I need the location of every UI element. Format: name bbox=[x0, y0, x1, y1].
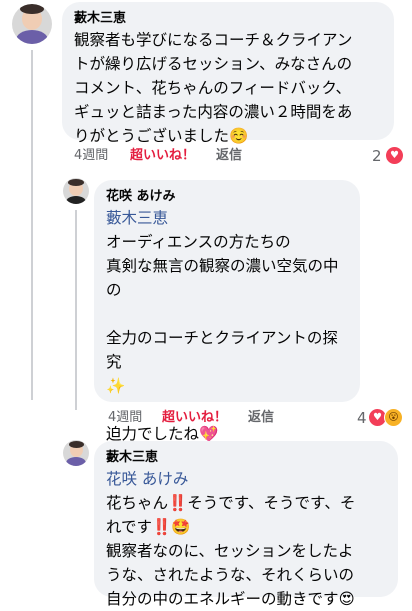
avatar[interactable] bbox=[63, 440, 89, 466]
comment-text: 花ちゃん‼️そうです、そうです、そ れです‼️🤩 観察者なのに、セッションをした… bbox=[106, 494, 356, 608]
comment-bubble: 藪木三恵 観察者も学びになるコーチ＆クライアン トが繰り広げるセッション、みなさ… bbox=[62, 2, 394, 145]
mention-link[interactable]: 花咲 あけみ bbox=[106, 467, 386, 491]
comment-author[interactable]: 花咲 あけみ bbox=[106, 188, 348, 206]
comment-author[interactable]: 藪木三恵 bbox=[106, 449, 386, 467]
reaction-count[interactable]: 4 bbox=[357, 408, 367, 428]
comment-bubble: 藪木三恵 花咲 あけみ 花ちゃん‼️そうです、そうです、そ れです‼️🤩 観察者… bbox=[94, 441, 398, 608]
wow-icon: 😮 bbox=[384, 408, 403, 427]
comment-actions: 4週間 超いいね！ 返信 bbox=[74, 146, 404, 166]
reaction-button[interactable]: 超いいね！ bbox=[130, 146, 195, 166]
comment-author[interactable]: 藪木三恵 bbox=[74, 10, 382, 28]
thread-line bbox=[31, 50, 33, 400]
reaction-count[interactable]: 2 bbox=[372, 146, 382, 166]
reply-button[interactable]: 返信 bbox=[216, 146, 242, 166]
avatar[interactable] bbox=[63, 178, 89, 204]
comment-text: 観察者も学びになるコーチ＆クライアン トが繰り広げるセッション、みなさんの コメ… bbox=[74, 31, 353, 145]
reaction-button[interactable]: 超いいね！ bbox=[162, 408, 227, 428]
reply-button[interactable]: 返信 bbox=[248, 408, 274, 428]
comment-actions: 4週間 超いいね！ 返信 bbox=[108, 408, 388, 428]
heart-icon: ♥ bbox=[385, 146, 404, 165]
comment-time[interactable]: 4週間 bbox=[74, 146, 108, 166]
comment-bubble: 花咲 あけみ 藪木三恵 オーディエンスの方たちの 真剣な無言の観察の濃い空気の中… bbox=[94, 180, 360, 443]
comment-time[interactable]: 4週間 bbox=[108, 408, 142, 428]
thread-line bbox=[75, 210, 77, 410]
avatar[interactable] bbox=[12, 4, 52, 44]
